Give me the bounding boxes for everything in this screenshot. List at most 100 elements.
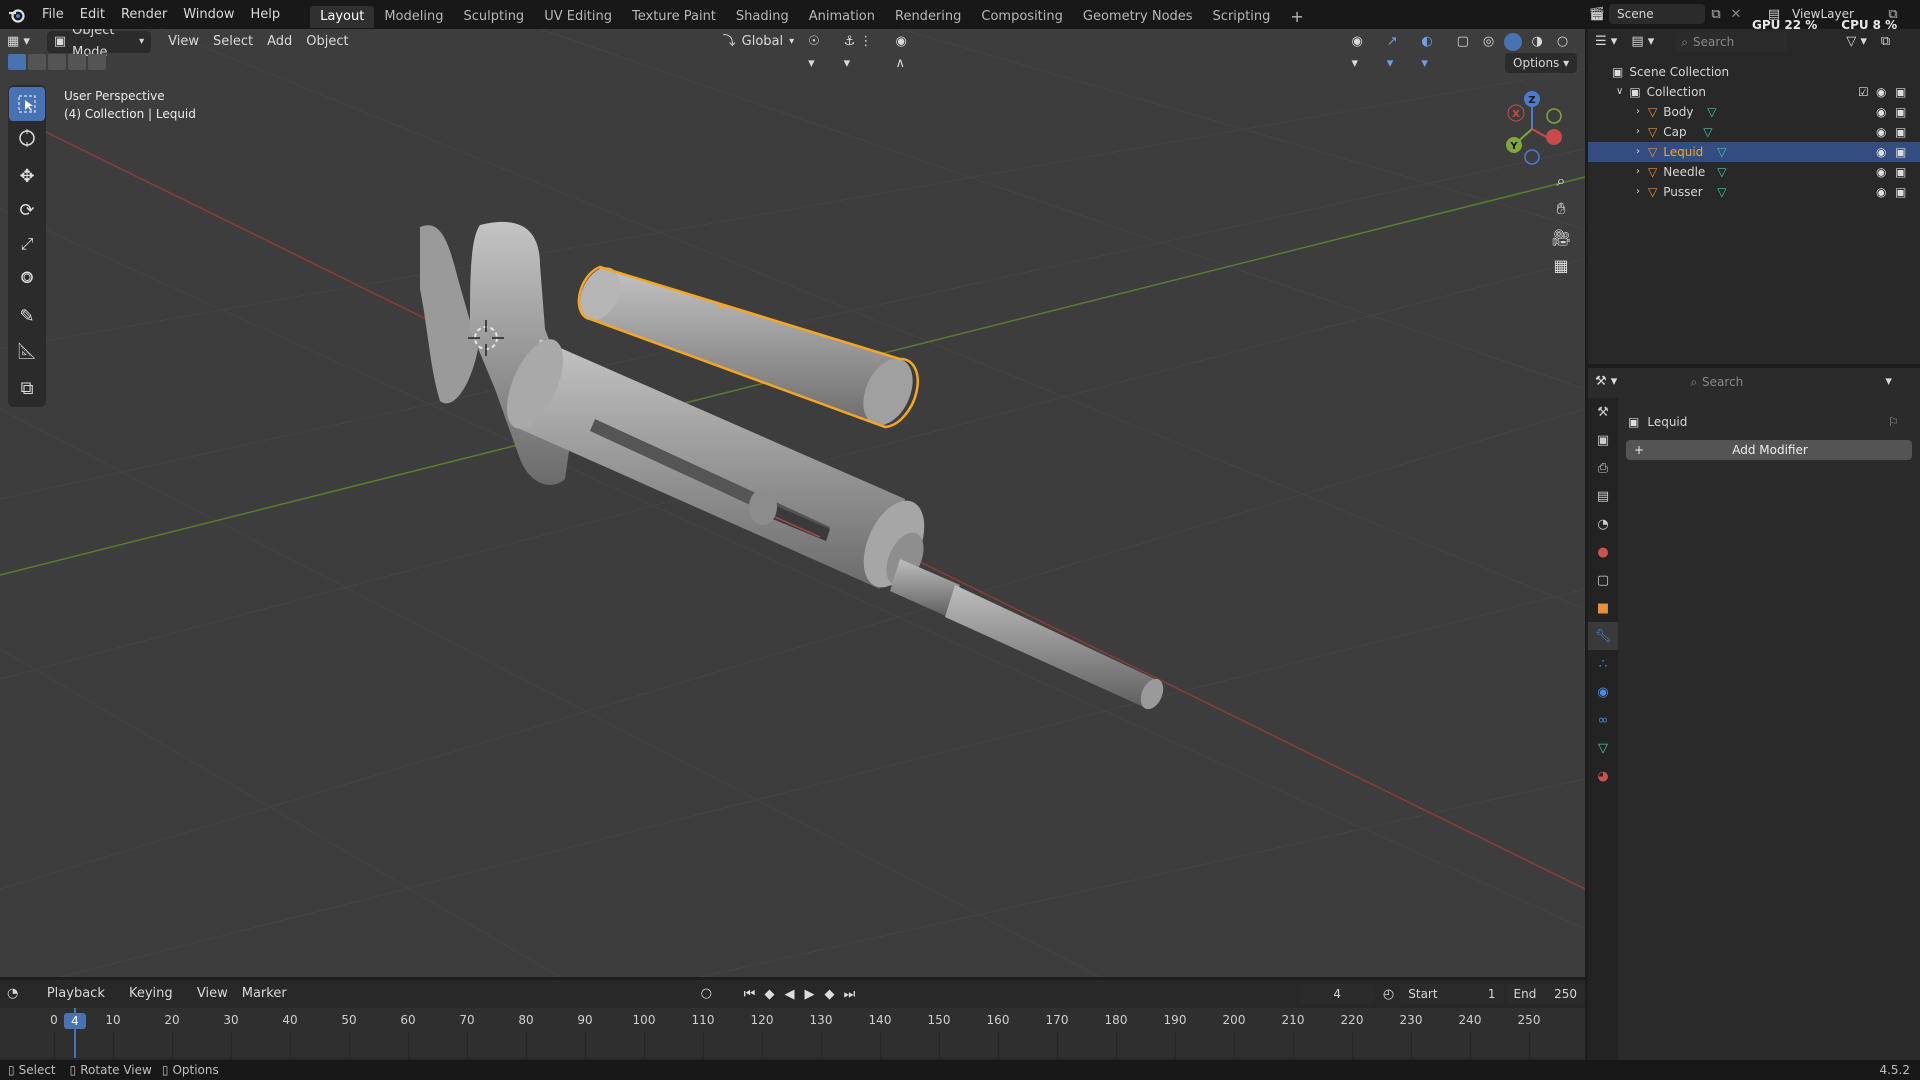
transform-orientation[interactable]: ⤵ Global ▾ — [716, 31, 802, 53]
select-invert-icon[interactable] — [68, 54, 86, 70]
new-scene-icon[interactable]: ⧉ — [1705, 7, 1727, 22]
overlays-icon[interactable]: ◐ ▾ — [1414, 31, 1449, 71]
tab-layout[interactable]: Layout — [310, 5, 375, 28]
navigation-gizmo[interactable]: Z Y X — [1492, 89, 1572, 169]
menu-add[interactable]: Add — [260, 31, 299, 53]
jump-start-icon[interactable]: ⏮ — [740, 987, 760, 1002]
play-reverse-icon[interactable]: ◀ — [780, 987, 800, 1002]
menu-view[interactable]: View — [161, 31, 206, 53]
visibility-icon[interactable]: ◉ ▾ — [1345, 31, 1380, 71]
tab-shading[interactable]: Shading — [726, 6, 799, 28]
scale-tool[interactable]: ⤢ — [9, 227, 45, 261]
shading-material-icon[interactable]: ◑ — [1525, 31, 1550, 53]
play-icon[interactable]: ▶ — [800, 987, 820, 1002]
tab-geometry-nodes[interactable]: Geometry Nodes — [1073, 6, 1203, 28]
eye-icon[interactable]: ◉ — [1876, 122, 1886, 142]
camera-icon[interactable]: ▣ — [1895, 182, 1906, 202]
world-tab-icon[interactable]: ● — [1588, 538, 1618, 566]
eye-icon[interactable]: ◉ — [1876, 82, 1886, 102]
transform-tool[interactable]: ⭗ — [9, 261, 45, 295]
modifier-tab-icon[interactable]: 🔧︎ — [1588, 622, 1618, 650]
tab-uv-editing[interactable]: UV Editing — [534, 6, 622, 28]
start-frame-field[interactable]: Start 1 — [1400, 984, 1504, 1004]
pivot-icon[interactable]: ☉ ▾ — [801, 31, 836, 71]
camera-view-icon[interactable]: 🎥︎ — [1547, 223, 1575, 251]
select-subtract-icon[interactable] — [48, 54, 66, 70]
outliner-item-body[interactable]: › ▽ Body ▽ ◉ ▣ — [1588, 102, 1920, 122]
display-mode-icon[interactable]: ▤ ▾ — [1624, 31, 1661, 53]
current-frame-field[interactable]: 4 — [1299, 984, 1375, 1004]
record-icon[interactable]: ○ ▾ — [694, 983, 730, 1023]
perspective-grid-icon[interactable]: ▦ — [1547, 251, 1575, 279]
menu-edit[interactable]: Edit — [72, 0, 113, 29]
new-collection-icon[interactable]: ⧉ — [1874, 31, 1897, 53]
constraints-tab-icon[interactable]: ∞ — [1588, 706, 1618, 734]
camera-icon[interactable]: ▣ — [1895, 102, 1906, 122]
outliner-item-lequid[interactable]: › ▽ Lequid ▽ ◉ ▣ — [1588, 142, 1920, 162]
playhead-frame[interactable]: 4 — [64, 1013, 86, 1029]
outliner-item-cap[interactable]: › ▽ Cap ▽ ◉ ▣ — [1588, 122, 1920, 142]
prev-keyframe-icon[interactable]: ◆ — [760, 987, 780, 1002]
tab-rendering[interactable]: Rendering — [885, 6, 971, 28]
outliner-item-needle[interactable]: › ▽ Needle ▽ ◉ ▣ — [1588, 162, 1920, 182]
menu-keying[interactable]: Keying ▾ — [122, 983, 190, 1023]
menu-playback[interactable]: Playback ▾ — [40, 983, 122, 1023]
tab-sculpting[interactable]: Sculpting — [453, 6, 534, 28]
data-tab-icon[interactable]: ▽ — [1588, 734, 1618, 762]
scene-tab-icon[interactable]: ◔ — [1588, 510, 1618, 538]
shading-wireframe-icon[interactable]: ◎ — [1476, 31, 1501, 53]
menu-file[interactable]: File — [34, 0, 72, 29]
snap-icon[interactable]: ⚓ ⋮ ▾ — [837, 31, 889, 71]
syringe-body[interactable] — [420, 221, 1168, 713]
menu-help[interactable]: Help — [243, 0, 289, 29]
eye-icon[interactable]: ◉ — [1876, 142, 1886, 162]
xray-icon[interactable]: ▢ — [1450, 31, 1476, 53]
shading-solid-icon[interactable] — [1504, 33, 1522, 51]
clock-icon[interactable]: ◴ — [1383, 987, 1394, 1002]
camera-icon[interactable]: ▣ — [1895, 142, 1906, 162]
select-intersect-icon[interactable] — [88, 54, 106, 70]
pin-icon[interactable]: ⚐ — [1888, 415, 1899, 429]
tab-scripting[interactable]: Scripting — [1203, 6, 1281, 28]
outliner-editor-icon[interactable]: ☰ ▾ — [1588, 31, 1624, 53]
tab-modeling[interactable]: Modeling — [374, 6, 453, 28]
blender-logo-icon[interactable] — [0, 0, 34, 29]
options-dropdown[interactable]: Options ▾ — [1505, 53, 1578, 73]
jump-end-icon[interactable]: ⏭ — [840, 987, 860, 1002]
view-layer-tab-icon[interactable]: ▤ — [1588, 482, 1618, 510]
render-tab-icon[interactable]: ▣ — [1588, 426, 1618, 454]
tab-texture-paint[interactable]: Texture Paint — [622, 6, 726, 28]
scene-collection-row[interactable]: ▣ Scene Collection — [1588, 62, 1920, 82]
menu-select[interactable]: Select — [206, 31, 260, 53]
menu-object[interactable]: Object — [299, 31, 355, 53]
eye-icon[interactable]: ◉ — [1876, 162, 1886, 182]
add-modifier-button[interactable]: + Add Modifier — [1626, 440, 1912, 460]
outliner-item-pusser[interactable]: › ▽ Pusser ▽ ◉ ▣ — [1588, 182, 1920, 202]
annotate-tool[interactable]: ✎ — [9, 299, 45, 333]
collection-tab-icon[interactable]: ▢ — [1588, 566, 1618, 594]
add-cube-tool[interactable]: ⧉ — [9, 371, 45, 405]
properties-editor-icon[interactable]: ⚒ ▾ — [1588, 371, 1624, 393]
3d-viewport[interactable]: ▦ ▾ ▣ Object Mode ▾ View Select Add Obje… — [0, 29, 1585, 977]
menu-window[interactable]: Window — [175, 0, 242, 29]
timeline-editor-icon[interactable]: ◔ ▾ — [0, 983, 36, 1023]
shading-rendered-icon[interactable]: ○ ▾ — [1550, 31, 1585, 71]
add-workspace-icon[interactable]: + — [1280, 6, 1313, 28]
select-extend-icon[interactable] — [28, 54, 46, 70]
move-tool[interactable]: ✥ — [9, 159, 45, 193]
select-new-icon[interactable] — [8, 54, 26, 70]
outliner-search[interactable]: ⌕ Search — [1675, 32, 1788, 52]
camera-icon[interactable]: ▣ — [1895, 122, 1906, 142]
camera-icon[interactable]: ▣ — [1895, 82, 1906, 102]
eye-icon[interactable]: ◉ — [1876, 182, 1886, 202]
object-tab-icon[interactable]: ■ — [1588, 594, 1618, 622]
proportional-edit-icon[interactable]: ◉ ∧ — [889, 31, 927, 71]
timeline-scrubber[interactable]: 0 10 20 30 40 50 60 70 80 90 100 110 120 130 140 150 160… — [0, 1008, 1585, 1058]
output-tab-icon[interactable]: ⎙ — [1588, 454, 1618, 482]
viewport-scene[interactable] — [0, 29, 1585, 977]
next-keyframe-icon[interactable]: ◆ — [820, 987, 840, 1002]
menu-timeline-view[interactable]: View — [190, 983, 235, 1005]
properties-search[interactable]: ⌕ Search — [1684, 372, 1801, 392]
menu-render[interactable]: Render — [113, 0, 175, 29]
mode-selector[interactable]: ▣ Object Mode ▾ — [46, 29, 152, 60]
